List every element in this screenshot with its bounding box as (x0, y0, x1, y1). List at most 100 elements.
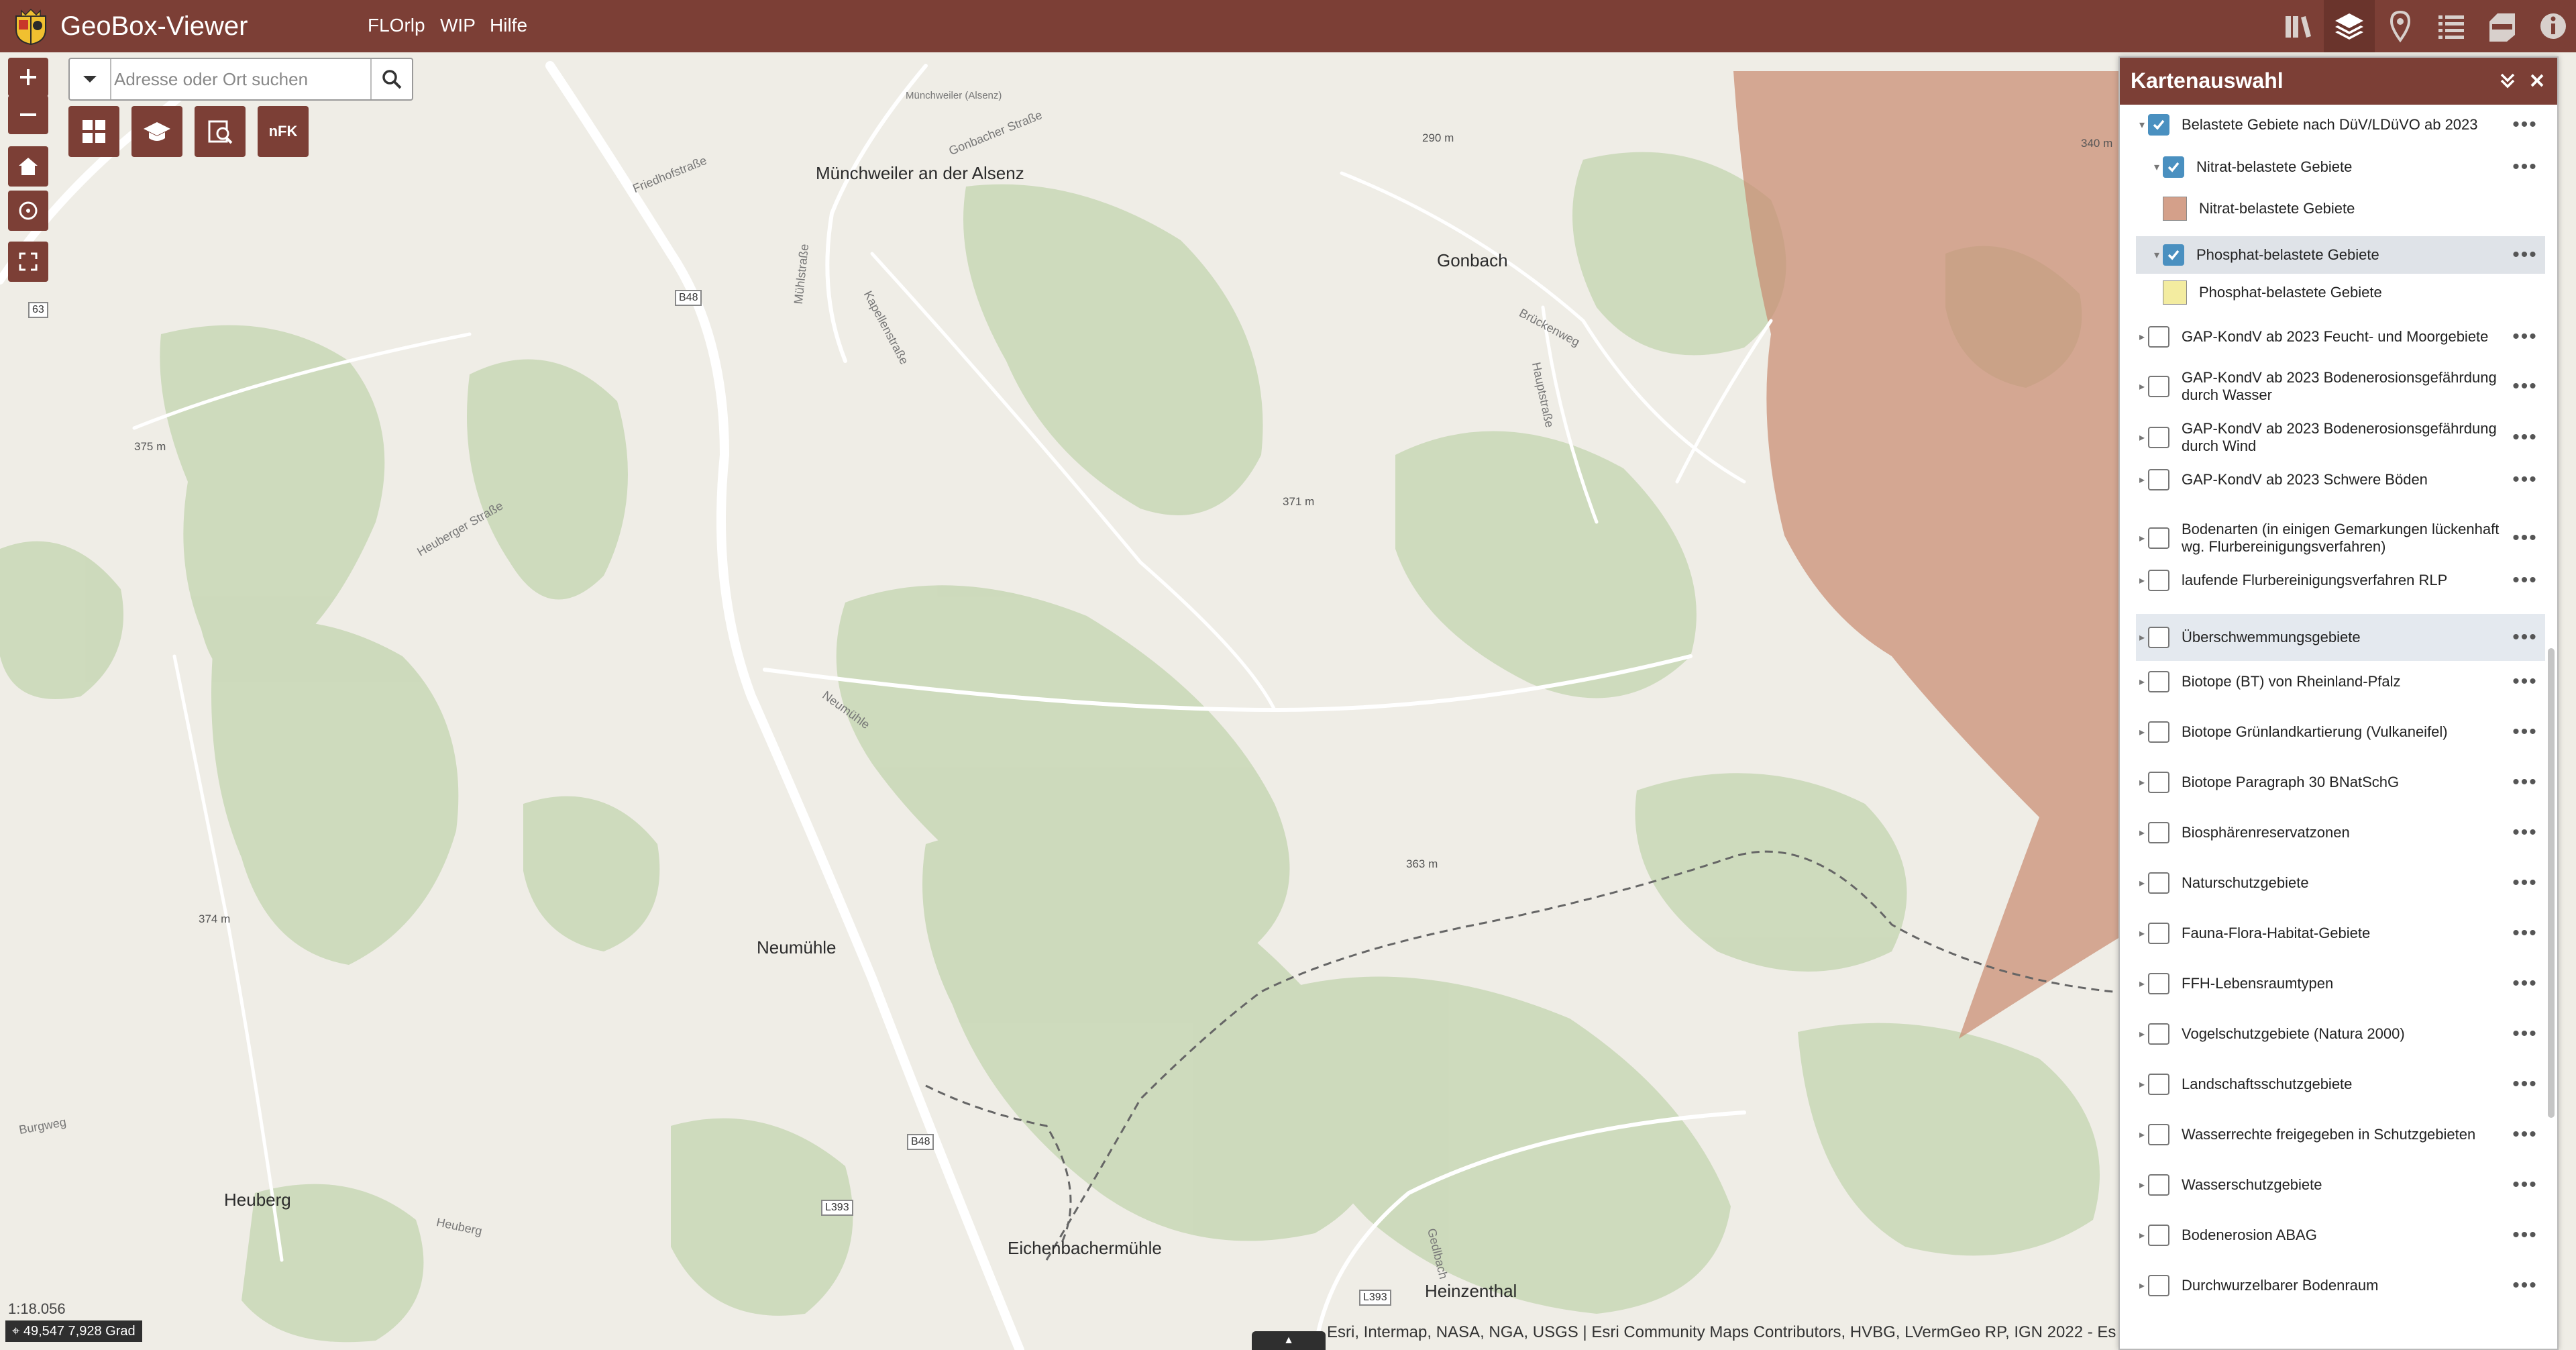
collapsed-caret-icon[interactable]: ▸ (2136, 1128, 2148, 1141)
layer-checkbox[interactable] (2148, 721, 2169, 743)
more-options-icon[interactable]: ••• (2505, 468, 2545, 491)
layer-checkbox[interactable] (2148, 1023, 2169, 1045)
expanded-caret-icon[interactable]: ▾ (2151, 248, 2163, 262)
layer-row[interactable]: ▸ Biotope Paragraph 30 BNatSchG ••• (2136, 766, 2545, 799)
layer-row[interactable]: ▸ Biotope Grünlandkartierung (Vulkaneifel… (2136, 715, 2545, 749)
collapsed-caret-icon[interactable]: ▸ (2136, 473, 2148, 486)
home-button[interactable] (8, 146, 48, 187)
layer-row[interactable]: ▸ Wasserschutzgebiete ••• (2136, 1168, 2545, 1202)
layer-checkbox[interactable] (2148, 1275, 2169, 1296)
info-icon[interactable] (2528, 0, 2576, 52)
more-options-icon[interactable]: ••• (2505, 1224, 2545, 1247)
legend-list-icon[interactable] (2426, 0, 2477, 52)
panel-collapse-button[interactable] (2493, 66, 2522, 95)
more-options-icon[interactable]: ••• (2505, 1274, 2545, 1297)
more-options-icon[interactable]: ••• (2505, 872, 2545, 894)
fullscreen-button[interactable] (8, 242, 48, 282)
more-options-icon[interactable]: ••• (2505, 670, 2545, 693)
layer-row[interactable]: ▸ Wasserrechte freigegeben in Schutzgebie… (2136, 1118, 2545, 1151)
more-options-icon[interactable]: ••• (2505, 527, 2545, 550)
attribution-toggle[interactable]: ▲ (1252, 1331, 1326, 1350)
more-options-icon[interactable]: ••• (2505, 626, 2545, 649)
more-options-icon[interactable]: ••• (2505, 821, 2545, 844)
menu-florlp[interactable]: FLOrlp (368, 13, 425, 38)
layer-row[interactable]: Phosphat-belastete Gebiete (2136, 278, 2545, 307)
layer-row[interactable]: ▾ Phosphat-belastete Gebiete ••• (2136, 236, 2545, 274)
layer-checkbox[interactable] (2163, 244, 2184, 266)
collapsed-caret-icon[interactable]: ▸ (2136, 826, 2148, 839)
panel-scrollbar[interactable] (2548, 648, 2555, 1118)
layer-row[interactable]: ▸ Bodenerosion ABAG ••• (2136, 1218, 2545, 1252)
layer-row[interactable]: ▸ Biosphärenreservatzonen ••• (2136, 816, 2545, 849)
more-options-icon[interactable]: ••• (2505, 325, 2545, 348)
layer-row[interactable]: ▾ Nitrat-belastete Gebiete ••• (2136, 152, 2545, 182)
layer-row[interactable]: ▸ GAP-KondV ab 2023 Bodenerosionsgefährdu… (2136, 413, 2545, 462)
layer-checkbox[interactable] (2148, 1074, 2169, 1095)
collapsed-caret-icon[interactable]: ▸ (2136, 431, 2148, 444)
more-options-icon[interactable]: ••• (2505, 721, 2545, 743)
collapsed-caret-icon[interactable]: ▸ (2136, 725, 2148, 739)
expanded-caret-icon[interactable]: ▾ (2151, 160, 2163, 174)
menu-wip[interactable]: WIP (440, 13, 476, 38)
identify-tool-button[interactable] (195, 106, 246, 157)
zoom-out-button[interactable] (8, 95, 48, 134)
collapsed-caret-icon[interactable]: ▸ (2136, 876, 2148, 890)
collapsed-caret-icon[interactable]: ▸ (2136, 531, 2148, 545)
collapsed-caret-icon[interactable]: ▸ (2136, 631, 2148, 644)
menu-hilfe[interactable]: Hilfe (490, 13, 527, 38)
search-button[interactable] (370, 59, 412, 99)
layer-checkbox[interactable] (2148, 469, 2169, 490)
layer-row[interactable]: ▾ Belastete Gebiete nach DüV/LDüVO ab 202… (2136, 110, 2545, 140)
layer-checkbox[interactable] (2148, 376, 2169, 397)
layer-row[interactable]: ▸ Bodenarten (in einigen Gemarkungen lück… (2136, 513, 2545, 563)
layer-checkbox[interactable] (2163, 156, 2184, 178)
layer-row[interactable]: ▸ GAP-KondV ab 2023 Schwere Böden ••• (2136, 463, 2545, 497)
more-options-icon[interactable]: ••• (2505, 375, 2545, 398)
more-options-icon[interactable]: ••• (2505, 1073, 2545, 1096)
search-source-dropdown[interactable] (70, 59, 111, 99)
layer-row[interactable]: Nitrat-belastete Gebiete (2136, 194, 2545, 223)
panel-close-button[interactable] (2522, 66, 2552, 95)
layer-row[interactable]: ▸ Fauna-Flora-Habitat-Gebiete ••• (2136, 917, 2545, 950)
collapsed-caret-icon[interactable]: ▸ (2136, 675, 2148, 688)
collapsed-caret-icon[interactable]: ▸ (2136, 574, 2148, 587)
more-options-icon[interactable]: ••• (2505, 771, 2545, 794)
location-pin-icon[interactable] (2375, 0, 2426, 52)
more-options-icon[interactable]: ••• (2505, 922, 2545, 945)
collapsed-caret-icon[interactable]: ▸ (2136, 977, 2148, 990)
collapsed-caret-icon[interactable]: ▸ (2136, 776, 2148, 789)
layer-row[interactable]: ▸ FFH-Lebensraumtypen ••• (2136, 967, 2545, 1000)
print-icon[interactable] (2477, 0, 2528, 52)
collapsed-caret-icon[interactable]: ▸ (2136, 330, 2148, 344)
more-options-icon[interactable]: ••• (2505, 426, 2545, 449)
library-icon[interactable] (2273, 0, 2324, 52)
search-input[interactable] (114, 63, 369, 95)
more-options-icon[interactable]: ••• (2505, 569, 2545, 592)
layer-checkbox[interactable] (2148, 114, 2169, 136)
collapsed-caret-icon[interactable]: ▸ (2136, 1279, 2148, 1292)
layer-row[interactable]: ▸ Durchwurzelbarer Bodenraum ••• (2136, 1269, 2545, 1302)
layer-row[interactable]: ▸ Überschwemmungsgebiete ••• (2136, 614, 2545, 661)
education-tool-button[interactable] (131, 106, 182, 157)
locate-button[interactable] (8, 191, 48, 231)
layer-row[interactable]: ▸ Vogelschutzgebiete (Natura 2000) ••• (2136, 1017, 2545, 1051)
layer-row[interactable]: ▸ GAP-KondV ab 2023 Bodenerosionsgefährdu… (2136, 362, 2545, 411)
layer-checkbox[interactable] (2148, 527, 2169, 549)
layer-checkbox[interactable] (2148, 822, 2169, 843)
zoom-in-button[interactable] (8, 58, 48, 97)
layer-row[interactable]: ▸ Landschaftsschutzgebiete ••• (2136, 1068, 2545, 1101)
layer-checkbox[interactable] (2148, 1124, 2169, 1145)
layer-row[interactable]: ▸ laufende Flurbereinigungsverfahren RLP •… (2136, 564, 2545, 597)
layer-checkbox[interactable] (2148, 923, 2169, 944)
layers-icon[interactable] (2324, 0, 2375, 52)
more-options-icon[interactable]: ••• (2505, 1023, 2545, 1045)
more-options-icon[interactable]: ••• (2505, 972, 2545, 995)
more-options-icon[interactable]: ••• (2505, 156, 2545, 178)
collapsed-caret-icon[interactable]: ▸ (2136, 927, 2148, 940)
collapsed-caret-icon[interactable]: ▸ (2136, 380, 2148, 393)
more-options-icon[interactable]: ••• (2505, 1174, 2545, 1196)
more-options-icon[interactable]: ••• (2505, 113, 2545, 136)
expanded-caret-icon[interactable]: ▾ (2136, 118, 2148, 132)
more-options-icon[interactable]: ••• (2505, 244, 2545, 266)
layer-row[interactable]: ▸ GAP-KondV ab 2023 Feucht- und Moorgebie… (2136, 320, 2545, 354)
